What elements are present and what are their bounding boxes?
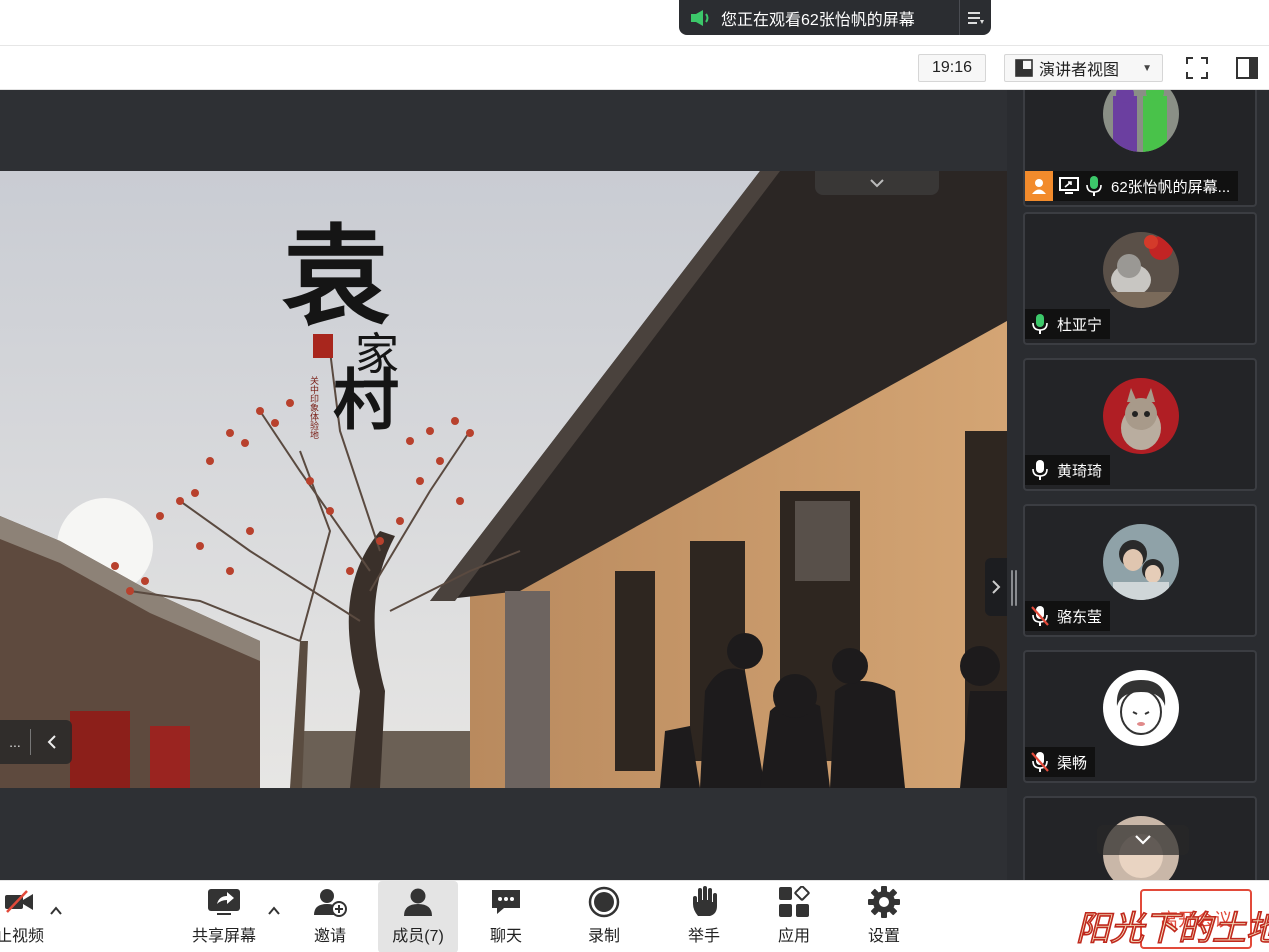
menu-icon	[967, 11, 984, 24]
chevron-down-icon	[1135, 835, 1151, 845]
apps-icon	[776, 885, 812, 919]
share-options-caret-icon[interactable]	[266, 903, 282, 919]
banner-menu-button[interactable]	[959, 0, 991, 35]
settings-button[interactable]: 设置	[856, 881, 912, 952]
video-options-caret-icon[interactable]	[48, 903, 64, 919]
participant-tile[interactable]: 骆东莹	[1023, 504, 1257, 637]
resize-grip[interactable]	[1011, 570, 1017, 606]
meeting-controls: 止视频 共享屏幕 邀请 成员(7) 聊天 录制 举手 应用 设置 离开会议	[0, 880, 1269, 952]
seal-stamp	[313, 334, 333, 358]
sidebar-toggle-button[interactable]	[1233, 54, 1261, 82]
members-label: 成员(7)	[392, 928, 444, 945]
participant-name: 杜亚宁	[1057, 316, 1103, 334]
record-label: 录制	[587, 928, 620, 945]
microphone-on-icon	[1086, 176, 1102, 196]
slide-title-char-3: 村	[333, 361, 399, 439]
settings-label: 设置	[867, 928, 900, 945]
avatar	[1103, 232, 1179, 308]
chevron-left-icon	[47, 735, 56, 749]
share-screen-button[interactable]: 共享屏幕	[186, 881, 262, 952]
participant-name: 渠畅	[1057, 754, 1088, 772]
left-pager[interactable]: ...	[0, 720, 72, 764]
pager-dots: ...	[9, 734, 21, 750]
view-mode-dropdown[interactable]: 演讲者视图 ▼	[1004, 54, 1163, 82]
avatar	[1103, 90, 1179, 152]
slide-seal-text: 关中印象体验地	[308, 375, 319, 439]
microphone-on-icon	[1032, 314, 1048, 334]
record-button[interactable]: 录制	[576, 881, 632, 952]
shared-screen-stage: 袁 家 村 关中印象体验地 ...	[0, 90, 1007, 880]
invite-button[interactable]: 邀请	[302, 881, 358, 952]
share-banner[interactable]: 您正在观看62张怡帆的屏幕	[679, 0, 991, 35]
chat-button[interactable]: 聊天	[478, 881, 534, 952]
raise-hand-label: 举手	[687, 928, 720, 945]
microphone-muted-icon	[1031, 606, 1049, 626]
stop-video-label: 止视频	[0, 928, 44, 945]
avatar	[1103, 524, 1179, 600]
previous-page-button[interactable]	[31, 734, 72, 750]
record-icon	[586, 885, 622, 919]
stage-collapse-button[interactable]	[815, 171, 939, 195]
participant-nametag: 渠畅	[1025, 747, 1096, 777]
chevron-down-icon	[870, 179, 884, 188]
gallery-scroll-down-button[interactable]	[1097, 825, 1189, 855]
gear-icon	[866, 885, 902, 919]
hand-icon	[686, 885, 722, 919]
participant-tile[interactable]: 杜亚宁	[1023, 212, 1257, 345]
participant-nametag: 黄琦琦	[1025, 455, 1111, 485]
participant-tile[interactable]: 黄琦琦	[1023, 358, 1257, 491]
microphone-muted-icon	[1031, 752, 1049, 772]
apps-label: 应用	[777, 928, 810, 945]
participant-gallery: 62张怡帆的屏幕... 杜亚宁 黄琦琦 骆东莹 渠畅	[1007, 90, 1269, 880]
shared-slide: 袁 家 村 关中印象体验地	[0, 171, 1007, 788]
share-screen-label: 共享屏幕	[191, 928, 256, 945]
chevron-down-icon: ▼	[1142, 62, 1152, 74]
participant-nametag: 骆东莹	[1025, 601, 1111, 631]
participant-nametag: 杜亚宁	[1025, 309, 1111, 339]
host-icon	[1025, 171, 1053, 201]
add-user-icon	[312, 885, 348, 919]
village-photo: 袁 家 村 关中印象体验地	[0, 171, 1007, 788]
participant-nametag: 62张怡帆的屏幕...	[1025, 171, 1239, 201]
invite-label: 邀请	[313, 928, 346, 945]
members-icon	[400, 885, 436, 919]
gallery-collapse-handle[interactable]	[985, 558, 1007, 616]
speaker-icon	[691, 9, 709, 26]
fullscreen-button[interactable]	[1183, 54, 1211, 82]
apps-button[interactable]: 应用	[766, 881, 822, 952]
chat-icon	[488, 885, 524, 919]
view-mode-label: 演讲者视图	[1039, 62, 1120, 79]
view-toolbar: 19:16 演讲者视图 ▼	[0, 46, 1269, 90]
microphone-icon	[1032, 460, 1048, 480]
speaker-view-icon	[1015, 59, 1033, 77]
meeting-clock: 19:16	[918, 54, 986, 82]
share-banner-text: 您正在观看62张怡帆的屏幕	[721, 11, 915, 29]
members-button[interactable]: 成员(7)	[378, 881, 458, 952]
meeting-window: 您正在观看62张怡帆的屏幕 19:16 演讲者视图 ▼ 袁 家 村 关中印象体验…	[0, 0, 1269, 952]
leave-meeting-button[interactable]: 离开会议	[1140, 889, 1252, 949]
slide-title-char-1: 袁	[282, 214, 390, 340]
video-off-icon	[2, 885, 38, 919]
share-screen-icon	[206, 885, 242, 919]
screen-share-icon	[1059, 177, 1079, 194]
avatar	[1103, 378, 1179, 454]
raise-hand-button[interactable]: 举手	[676, 881, 732, 952]
avatar	[1103, 670, 1179, 746]
stop-video-button[interactable]: 止视频	[0, 881, 48, 952]
participant-name: 骆东莹	[1057, 608, 1103, 626]
participant-tile[interactable]: 渠畅	[1023, 650, 1257, 783]
participant-tile[interactable]: 62张怡帆的屏幕...	[1023, 90, 1257, 207]
participant-name: 62张怡帆的屏幕...	[1111, 178, 1231, 196]
fullscreen-icon	[1186, 57, 1208, 79]
chat-label: 聊天	[489, 928, 522, 945]
top-bar: 您正在观看62张怡帆的屏幕	[0, 0, 1269, 46]
chevron-right-icon	[992, 580, 1001, 594]
participant-name: 黄琦琦	[1057, 462, 1103, 480]
sidebar-icon	[1236, 57, 1258, 79]
